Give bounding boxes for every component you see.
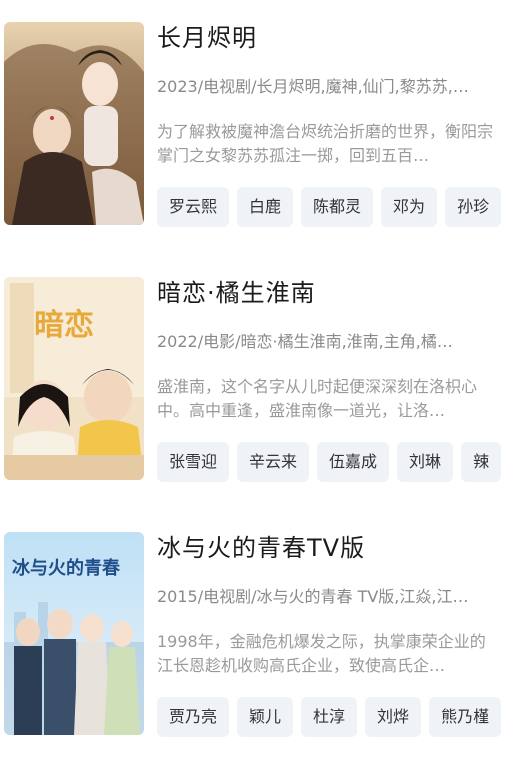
drama-info: 暗恋·橘生淮南 2022/电影/暗恋·橘生淮南,淮南,主角,橘… 盛淮南，这个名… — [157, 277, 525, 482]
cast-tags: 罗云熙 白鹿 陈都灵 邓为 孙珍 — [157, 187, 509, 227]
poster-image[interactable] — [4, 22, 144, 225]
drama-info: 冰与火的青春TV版 2015/电视剧/冰与火的青春 TV版,江焱,江… 1998… — [157, 532, 525, 737]
drama-meta: 2023/电视剧/长月烬明,魔神,仙门,黎苏苏,… — [157, 77, 469, 96]
drama-result-list: 长月烬明 2023/电视剧/长月烬明,魔神,仙门,黎苏苏,… 为了解救被魔神澹台… — [0, 0, 525, 763]
cast-tag[interactable]: 颖儿 — [237, 697, 294, 737]
drama-description: 1998年，金融危机爆发之际，执掌康荣企业的江长恩趁机收购高氏企业，致使高氏企… — [157, 632, 486, 675]
cast-tag[interactable]: 邓为 — [381, 187, 438, 227]
cast-tag[interactable]: 白鹿 — [237, 187, 294, 227]
poster-title-text: 冰与火的青春 — [12, 557, 121, 579]
poster-title-text: 暗恋 — [34, 308, 94, 343]
poster-bingyuhuo-illustration: 冰与火的青春 — [4, 532, 144, 735]
cast-tag[interactable]: 辛云来 — [237, 442, 310, 482]
cast-tag[interactable]: 伍嘉成 — [317, 442, 390, 482]
poster-image[interactable]: 暗恋 — [4, 277, 144, 480]
cast-tag[interactable]: 张雪迎 — [157, 442, 230, 482]
poster-image[interactable]: 冰与火的青春 — [4, 532, 144, 735]
cast-tag[interactable]: 刘烨 — [365, 697, 422, 737]
cast-tag[interactable]: 杜淳 — [301, 697, 358, 737]
drama-info: 长月烬明 2023/电视剧/长月烬明,魔神,仙门,黎苏苏,… 为了解救被魔神澹台… — [157, 22, 525, 227]
cast-tag[interactable]: 刘琳 — [397, 442, 454, 482]
drama-card[interactable]: 长月烬明 2023/电视剧/长月烬明,魔神,仙门,黎苏苏,… 为了解救被魔神澹台… — [0, 22, 525, 227]
drama-card[interactable]: 暗恋 暗恋·橘生淮南 2022/电影/暗恋·橘生淮南,淮南,主角,橘… 盛淮南，… — [0, 277, 525, 482]
drama-meta: 2022/电影/暗恋·橘生淮南,淮南,主角,橘… — [157, 332, 453, 351]
poster-anlian-illustration: 暗恋 — [4, 277, 144, 480]
cast-tag[interactable]: 孙珍 — [445, 187, 502, 227]
cast-tag[interactable]: 陈都灵 — [301, 187, 374, 227]
cast-tag[interactable]: 贾乃亮 — [157, 697, 230, 737]
cast-tags: 张雪迎 辛云来 伍嘉成 刘琳辣 — [157, 442, 509, 482]
cast-tag[interactable]: 罗云熙 — [157, 187, 230, 227]
drama-description: 为了解救被魔神澹台烬统治折磨的世界，衡阳宗掌门之女黎苏苏孤注一掷，回到五百… — [157, 122, 494, 165]
poster-changyue-jinming-illustration — [4, 22, 144, 225]
drama-description: 盛淮南，这个名字从儿时起便深深刻在洛枳心中。高中重逢，盛淮南像一道光，让洛… — [157, 377, 478, 420]
cast-tag[interactable]: 辣 — [461, 442, 502, 482]
drama-title[interactable]: 暗恋·橘生淮南 — [157, 277, 316, 309]
drama-card[interactable]: 冰与火的青春 冰与火的青春TV版 2015/电视剧/冰与火的青春 TV版,江焱,… — [0, 532, 525, 737]
drama-title[interactable]: 长月烬明 — [157, 22, 257, 54]
drama-title[interactable]: 冰与火的青春TV版 — [157, 532, 365, 564]
drama-meta: 2015/电视剧/冰与火的青春 TV版,江焱,江… — [157, 587, 469, 606]
cast-tag[interactable]: 熊乃槿 — [429, 697, 502, 737]
cast-tags: 贾乃亮 颖儿 杜淳 刘烨 熊乃槿 — [157, 697, 509, 737]
